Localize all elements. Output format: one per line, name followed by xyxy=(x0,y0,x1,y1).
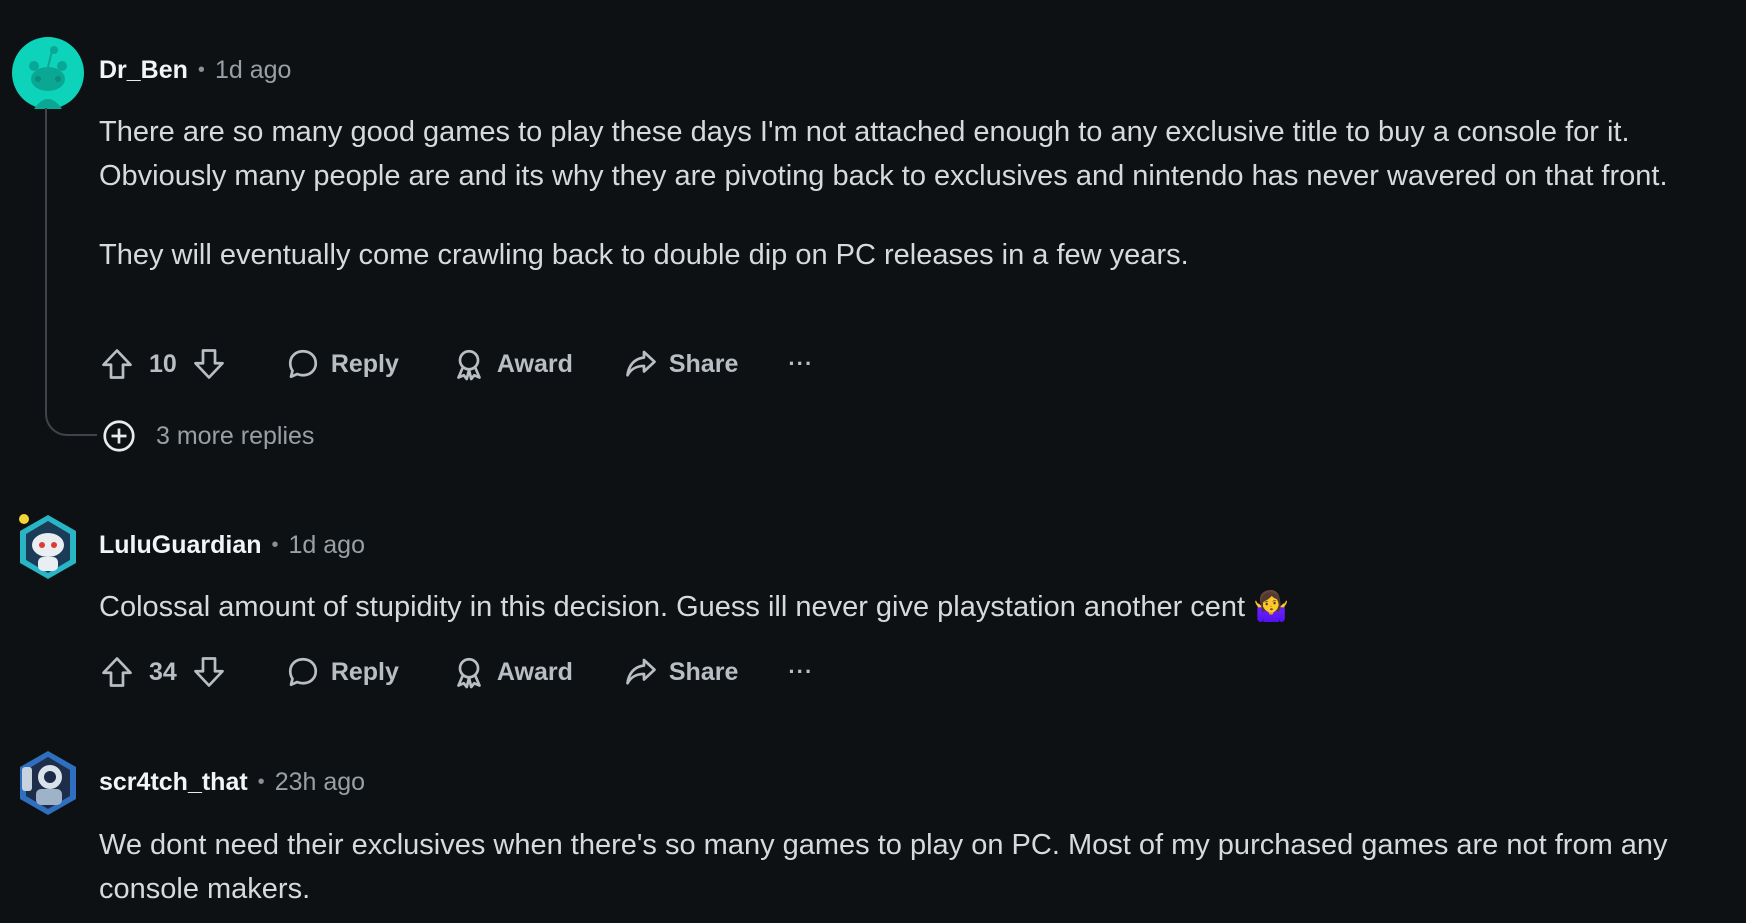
user-avatar[interactable] xyxy=(12,511,84,583)
upvote-arrow-icon xyxy=(102,657,132,687)
comment-meta: scr4tch_that • 23h ago xyxy=(99,765,365,799)
award-button[interactable]: Award xyxy=(451,654,573,690)
award-label: Award xyxy=(496,657,573,686)
more-replies-label: 3 more replies xyxy=(156,421,315,450)
comment-paragraph: We dont need their exclusives when there… xyxy=(99,829,1668,905)
reply-label: Reply xyxy=(330,349,399,378)
comment-paragraph: They will eventually come crawling back … xyxy=(99,239,1189,271)
share-label: Share xyxy=(668,349,739,378)
downvote-arrow-icon xyxy=(193,349,224,379)
comment-time[interactable]: 1d ago xyxy=(289,531,365,560)
comment-actions: 34 Reply Award Share ··· xyxy=(99,650,813,694)
user-avatar[interactable] xyxy=(12,37,84,109)
comment-actions: 10 Reply Award Share ··· xyxy=(99,342,813,386)
comment-meta: LuluGuardian • 1d ago xyxy=(99,528,365,562)
comment-body: There are so many good games to play the… xyxy=(99,110,1699,277)
author-name[interactable]: scr4tch_that xyxy=(99,768,248,797)
speech-bubble-icon xyxy=(288,657,317,687)
downvote-arrow-icon xyxy=(193,657,224,687)
share-arrow-icon xyxy=(626,350,656,377)
snoo-avatar-icon xyxy=(12,37,84,109)
more-options-button[interactable]: ··· xyxy=(788,351,813,377)
snoo-avatar-icon xyxy=(20,751,76,815)
upvote-arrow-icon xyxy=(102,349,132,379)
reply-button[interactable]: Reply xyxy=(285,654,399,690)
separator-dot: • xyxy=(271,533,279,556)
more-replies-link[interactable]: 3 more replies xyxy=(101,416,314,456)
comment-body: We dont need their exclusives when there… xyxy=(99,823,1699,911)
comment-meta: Dr_Ben • 1d ago xyxy=(99,53,291,87)
comment-body: Colossal amount of stupidity in this dec… xyxy=(99,585,1699,629)
downvote-button[interactable] xyxy=(191,346,227,382)
comment-paragraph: There are so many good games to play the… xyxy=(99,116,1668,192)
separator-dot: • xyxy=(257,770,265,793)
author-name[interactable]: LuluGuardian xyxy=(99,531,262,560)
thread-connector-line xyxy=(45,108,97,436)
share-button[interactable]: Share xyxy=(623,654,738,690)
ellipsis-icon: ··· xyxy=(788,351,814,376)
plus-circle-icon xyxy=(103,420,135,452)
award-label: Award xyxy=(496,349,573,378)
award-ribbon-icon xyxy=(457,657,481,689)
more-options-button[interactable]: ··· xyxy=(788,659,813,685)
downvote-button[interactable] xyxy=(191,654,227,690)
award-ribbon-icon xyxy=(457,349,481,381)
share-button[interactable]: Share xyxy=(623,346,738,382)
reply-button[interactable]: Reply xyxy=(285,346,399,382)
reply-label: Reply xyxy=(330,657,399,686)
comment-paragraph: Colossal amount of stupidity in this dec… xyxy=(99,591,1290,623)
comment-time[interactable]: 1d ago xyxy=(215,56,291,85)
vote-count: 10 xyxy=(149,349,177,378)
comment-time[interactable]: 23h ago xyxy=(275,768,365,797)
share-label: Share xyxy=(668,657,739,686)
user-avatar[interactable] xyxy=(12,747,84,819)
upvote-button[interactable] xyxy=(99,346,135,382)
vote-count: 34 xyxy=(149,657,177,686)
speech-bubble-icon xyxy=(288,349,317,379)
separator-dot: • xyxy=(197,58,205,81)
snoo-avatar-icon xyxy=(19,514,76,579)
upvote-button[interactable] xyxy=(99,654,135,690)
share-arrow-icon xyxy=(626,658,656,685)
award-button[interactable]: Award xyxy=(451,346,573,382)
author-name[interactable]: Dr_Ben xyxy=(99,56,188,85)
comment-thread: Dr_Ben • 1d ago There are so many good g… xyxy=(0,0,1746,923)
ellipsis-icon: ··· xyxy=(788,659,814,684)
